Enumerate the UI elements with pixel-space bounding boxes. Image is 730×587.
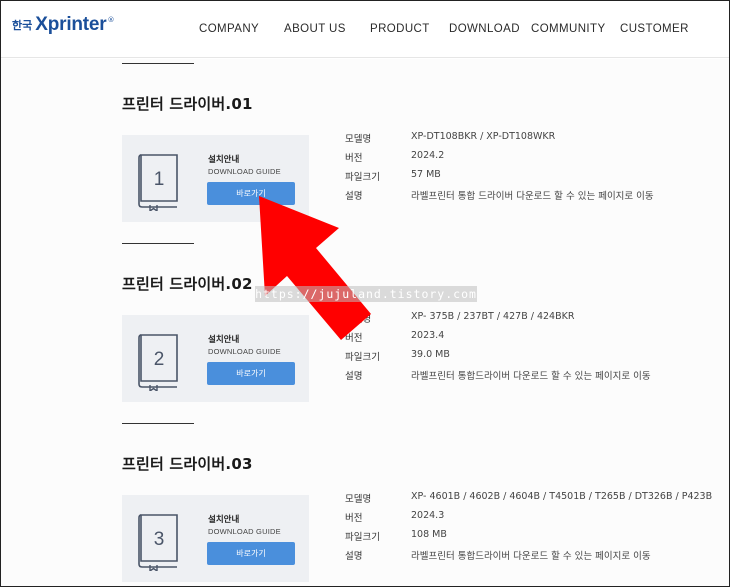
spec-value: XP-DT108BKR / XP-DT108WKR	[411, 131, 556, 142]
spec-label: 모델명	[345, 134, 372, 145]
book-number: 3	[154, 529, 165, 550]
nav-company[interactable]: COMPANY	[199, 23, 259, 35]
go-button[interactable]: 바로가기	[207, 542, 295, 565]
spec-value: 57 MB	[411, 169, 441, 180]
download-guide-card: 1 설치안내 DOWNLOAD GUIDE 바로가기	[122, 135, 309, 222]
download-guide-card: 3 설치안내 DOWNLOAD GUIDE 바로가기	[122, 495, 309, 582]
card-title: 설치안내	[208, 155, 240, 165]
card-title: 설치안내	[208, 515, 240, 525]
spec-value: XP- 4601B / 4602B / 4604B / T4501B / T26…	[411, 491, 713, 502]
nav-product[interactable]: PRODUCT	[370, 23, 430, 35]
book-number: 1	[154, 169, 165, 190]
driver-section-3: 프린터 드라이버.03 3 설치안내 DOWNLOAD GUIDE 바로가기 모…	[1, 423, 729, 587]
section-title: 프린터 드라이버.02	[122, 275, 253, 293]
spec-label: 버전	[345, 513, 363, 524]
book-icon: 1	[138, 154, 178, 211]
spec-label: 버전	[345, 333, 363, 344]
book-icon: 3	[138, 514, 178, 571]
main-nav: COMPANY ABOUT US PRODUCT DOWNLOAD COMMUN…	[1, 23, 729, 37]
spec-label: 모델명	[345, 494, 372, 505]
card-subtitle: DOWNLOAD GUIDE	[208, 347, 281, 356]
download-guide-card: 2 설치안내 DOWNLOAD GUIDE 바로가기	[122, 315, 309, 402]
spec-label: 설명	[345, 371, 363, 382]
spec-label: 설명	[345, 191, 363, 202]
section-title: 프린터 드라이버.03	[122, 455, 253, 473]
spec-label: 파일크기	[345, 532, 380, 543]
driver-section-2: 프린터 드라이버.02 2 설치안내 DOWNLOAD GUIDE 바로가기 모…	[1, 243, 729, 423]
spec-label: 파일크기	[345, 352, 380, 363]
site-header: 한국 Xprinter ® COMPANY ABOUT US PRODUCT D…	[1, 1, 729, 58]
spec-value: 108 MB	[411, 529, 447, 540]
section-divider	[122, 423, 194, 424]
spec-value: 라벨프린터 통합드라이버 다운로드 할 수 있는 페이지로 이동	[411, 551, 651, 562]
spec-value: 라벨프린터 통합드라이버 다운로드 할 수 있는 페이지로 이동	[411, 371, 651, 382]
nav-customer[interactable]: CUSTOMER	[620, 23, 689, 35]
nav-about-us[interactable]: ABOUT US	[284, 23, 346, 35]
spec-value: 2024.2	[411, 150, 445, 161]
spec-value: 2024.3	[411, 510, 445, 521]
spec-label: 파일크기	[345, 172, 380, 183]
spec-value: 2023.4	[411, 330, 445, 341]
driver-section-1: 프린터 드라이버.01 1 설치안내 DOWNLOAD GUIDE 바로가기 모…	[1, 63, 729, 243]
spec-label: 모델명	[345, 314, 372, 325]
card-subtitle: DOWNLOAD GUIDE	[208, 167, 281, 176]
nav-download[interactable]: DOWNLOAD	[449, 23, 520, 35]
spec-value: XP- 375B / 237BT / 427B / 424BKR	[411, 311, 575, 322]
section-divider	[122, 243, 194, 244]
book-number: 2	[154, 349, 165, 370]
spec-label: 설명	[345, 551, 363, 562]
section-divider	[122, 63, 194, 64]
download-list: 프린터 드라이버.01 1 설치안내 DOWNLOAD GUIDE 바로가기 모…	[1, 59, 729, 586]
go-button[interactable]: 바로가기	[207, 182, 295, 205]
spec-value: 39.0 MB	[411, 349, 450, 360]
go-button[interactable]: 바로가기	[207, 362, 295, 385]
nav-community[interactable]: COMMUNITY	[531, 23, 606, 35]
book-icon: 2	[138, 334, 178, 391]
card-title: 설치안내	[208, 335, 240, 345]
section-title: 프린터 드라이버.01	[122, 95, 253, 113]
card-subtitle: DOWNLOAD GUIDE	[208, 527, 281, 536]
spec-label: 버전	[345, 153, 363, 164]
spec-value: 라벨프린터 통합 드라이버 다운로드 할 수 있는 페이지로 이동	[411, 191, 654, 202]
